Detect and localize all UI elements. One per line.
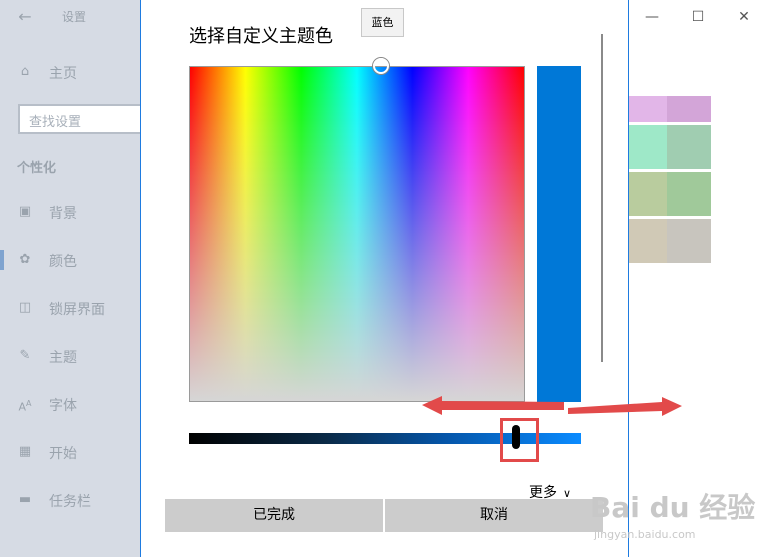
- color-swatch[interactable]: [628, 125, 672, 169]
- sidebar-item-home[interactable]: ⌂ 主页: [0, 52, 140, 92]
- lock-screen-icon: ◫: [18, 300, 32, 315]
- sidebar-item-label: 字体: [49, 398, 77, 414]
- annotation-highlight-box: [500, 418, 539, 462]
- custom-color-dialog: 选择自定义主题色 蓝色 更多 ∨ 已完成 取消: [140, 0, 629, 557]
- spectrum-cursor[interactable]: [373, 58, 389, 74]
- search-input[interactable]: 查找设置: [18, 104, 142, 134]
- color-swatch[interactable]: [667, 125, 711, 169]
- sidebar-item-label: 主题: [49, 350, 77, 366]
- palette-icon: ✿: [19, 252, 31, 267]
- taskbar-icon: ▬: [18, 492, 32, 507]
- settings-sidebar: ← 设置 ⌂ 主页 查找设置 个性化 ▣ 背景 ✿ 颜色 ◫ 锁屏界面 ✎ 主题…: [0, 0, 142, 557]
- color-spectrum-picker[interactable]: [189, 66, 525, 402]
- sidebar-item-label: 开始: [49, 446, 77, 462]
- home-icon: ⌂: [20, 64, 30, 79]
- color-swatch[interactable]: [667, 172, 711, 216]
- dialog-scrollbar[interactable]: [601, 34, 603, 362]
- section-header: 个性化: [17, 161, 57, 176]
- sidebar-item-background[interactable]: ▣ 背景: [0, 192, 140, 232]
- watermark-url: jingyan.baidu.com: [594, 528, 696, 541]
- close-icon[interactable]: ✕: [733, 6, 755, 28]
- selected-color-preview: [537, 66, 581, 402]
- sidebar-item-label: 锁屏界面: [49, 302, 105, 318]
- color-swatch[interactable]: [667, 96, 711, 122]
- sidebar-item-label: 颜色: [49, 254, 77, 270]
- font-icon: AA: [18, 399, 32, 414]
- sidebar-item-label: 背景: [49, 206, 77, 222]
- color-swatch[interactable]: [628, 96, 672, 122]
- color-name-tooltip: 蓝色: [361, 8, 404, 37]
- sidebar-item-lock-screen[interactable]: ◫ 锁屏界面: [0, 288, 140, 328]
- watermark-logo: Bai du 经验: [590, 491, 756, 524]
- start-icon: ▦: [18, 444, 32, 459]
- theme-icon: ✎: [19, 348, 31, 363]
- sidebar-item-themes[interactable]: ✎ 主题: [0, 336, 140, 376]
- done-button[interactable]: 已完成: [165, 499, 383, 532]
- color-swatch[interactable]: [667, 219, 711, 263]
- cancel-button[interactable]: 取消: [385, 499, 603, 532]
- dialog-title: 选择自定义主题色: [189, 26, 333, 47]
- image-icon: ▣: [18, 204, 32, 219]
- color-swatch[interactable]: [628, 219, 672, 263]
- color-swatch[interactable]: [628, 172, 672, 216]
- sidebar-item-fonts[interactable]: AA 字体: [0, 384, 140, 424]
- sidebar-item-label: 主页: [49, 66, 77, 82]
- maximize-icon[interactable]: ☐: [687, 6, 709, 28]
- app-title: 设置: [62, 10, 87, 24]
- minimize-icon[interactable]: —: [641, 6, 663, 28]
- sidebar-item-colors[interactable]: ✿ 颜色: [0, 240, 140, 280]
- settings-content-right: — ☐ ✕: [628, 0, 768, 557]
- sidebar-item-taskbar[interactable]: ▬ 任务栏: [0, 480, 140, 520]
- sidebar-titlebar: ← 设置: [0, 0, 140, 36]
- sidebar-item-label: 任务栏: [49, 494, 91, 510]
- sidebar-item-start[interactable]: ▦ 开始: [0, 432, 140, 472]
- back-arrow-icon[interactable]: ←: [14, 6, 36, 28]
